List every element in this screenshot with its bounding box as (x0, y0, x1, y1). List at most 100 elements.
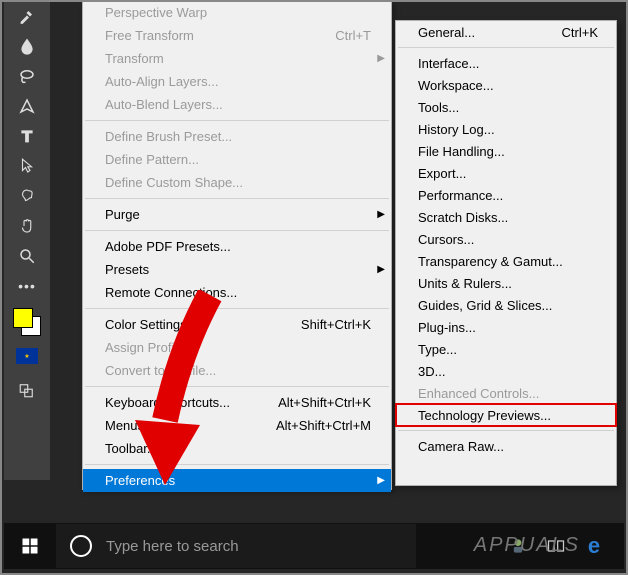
search-placeholder-text: Type here to search (106, 538, 239, 555)
task-view-icon[interactable] (546, 536, 566, 556)
menu-item-label: Scratch Disks... (418, 210, 508, 225)
menu-item[interactable]: File Handling... (396, 140, 616, 162)
menu-item-label: Perspective Warp (105, 5, 207, 20)
menu-item-label: Keyboard Shortcuts... (105, 395, 230, 410)
menu-item-label: Enhanced Controls... (418, 386, 539, 401)
menu-item-label: Remote Connections... (105, 285, 237, 300)
menu-item-label: Export... (418, 166, 466, 181)
menu-item-label: Color Settings... (105, 317, 198, 332)
menu-item[interactable]: Performance... (396, 184, 616, 206)
menu-item[interactable]: Preferences▶ (83, 469, 391, 492)
menu-item-label: Define Brush Preset... (105, 129, 232, 144)
menu-item: Assign Profile... (83, 336, 391, 359)
type-tool-icon[interactable] (15, 124, 39, 148)
menu-item-label: Convert to Profile... (105, 363, 216, 378)
menu-item[interactable]: General...Ctrl+K (396, 21, 616, 43)
menu-item-label: Menus... (105, 418, 155, 433)
menu-item: Auto-Blend Layers... (83, 93, 391, 116)
menu-item[interactable]: Purge▶ (83, 203, 391, 226)
submenu-arrow-icon: ▶ (377, 53, 385, 64)
windows-taskbar: Type here to search e (4, 523, 624, 569)
menu-item[interactable]: Cursors... (396, 228, 616, 250)
color-swatches[interactable] (13, 308, 41, 336)
foreground-color-swatch[interactable] (13, 308, 33, 328)
start-button[interactable] (4, 523, 56, 569)
menu-item-label: Performance... (418, 188, 503, 203)
menu-item[interactable]: 3D... (396, 360, 616, 382)
menu-item[interactable]: Workspace... (396, 74, 616, 96)
menu-separator (85, 308, 389, 309)
menu-item-technology-previews[interactable]: Technology Previews... (396, 404, 616, 426)
menu-item-label: History Log... (418, 122, 495, 137)
lasso-tool-icon[interactable] (15, 64, 39, 88)
menu-item-label: Technology Previews... (418, 408, 551, 423)
menu-separator (85, 464, 389, 465)
menu-item[interactable]: Type... (396, 338, 616, 360)
menu-item: Free Transform Ctrl+T (83, 24, 391, 47)
menu-item-label: 3D... (418, 364, 445, 379)
blur-tool-icon[interactable] (15, 34, 39, 58)
shape-tool-icon[interactable] (15, 184, 39, 208)
taskbar-search[interactable]: Type here to search (56, 524, 416, 568)
menu-item-shortcut: Alt+Shift+Ctrl+K (278, 395, 371, 410)
menu-item[interactable]: Camera Raw... (396, 435, 616, 457)
menu-item[interactable]: Transparency & Gamut... (396, 250, 616, 272)
path-select-tool-icon[interactable] (15, 154, 39, 178)
menu-item[interactable]: Export... (396, 162, 616, 184)
menu-item-label: Type... (418, 342, 457, 357)
flag-icon: ★ (16, 348, 38, 364)
menu-item[interactable]: Guides, Grid & Slices... (396, 294, 616, 316)
menu-item[interactable]: Interface... (396, 52, 616, 74)
menu-item-label: Guides, Grid & Slices... (418, 298, 552, 313)
menu-item[interactable]: Units & Rulers... (396, 272, 616, 294)
menu-item: Convert to Profile... (83, 359, 391, 382)
menu-item-shortcut: Alt+Shift+Ctrl+M (276, 418, 371, 433)
menu-item-label: Assign Profile... (105, 340, 195, 355)
menu-item-label: Transform (105, 51, 164, 66)
menu-item-label: Cursors... (418, 232, 474, 247)
options-icon[interactable]: ••• (15, 274, 39, 298)
submenu-arrow-icon: ▶ (377, 264, 385, 275)
hand-tool-icon[interactable] (15, 214, 39, 238)
menu-item-label: Auto-Blend Layers... (105, 97, 223, 112)
menu-item-label: Define Custom Shape... (105, 175, 243, 190)
pen-tool-icon[interactable] (15, 94, 39, 118)
menu-separator (398, 430, 614, 431)
edge-browser-icon[interactable]: e (584, 536, 604, 556)
submenu-arrow-icon: ▶ (377, 209, 385, 220)
menu-item-label: Free Transform (105, 28, 194, 43)
menu-item-label: Tools... (418, 100, 459, 115)
menu-item[interactable]: Plug-ins... (396, 316, 616, 338)
zoom-tool-icon[interactable] (15, 244, 39, 268)
menu-item[interactable]: Tools... (396, 96, 616, 118)
menu-item[interactable]: Menus... Alt+Shift+Ctrl+M (83, 414, 391, 437)
edit-menu-dropdown: Perspective Warp Free Transform Ctrl+T Tran… (82, 0, 392, 490)
menu-item-label: Plug-ins... (418, 320, 476, 335)
app-icon[interactable] (508, 536, 528, 556)
screen-mode-icon[interactable] (15, 378, 39, 402)
menu-item: Perspective Warp (83, 1, 391, 24)
menu-item-shortcut: Shift+Ctrl+K (301, 317, 371, 332)
menu-item[interactable]: Scratch Disks... (396, 206, 616, 228)
menu-separator (85, 120, 389, 121)
menu-item[interactable]: Keyboard Shortcuts... Alt+Shift+Ctrl+K (83, 391, 391, 414)
menu-item[interactable]: Toolbar... (83, 437, 391, 460)
menu-item-label: Transparency & Gamut... (418, 254, 563, 269)
eyedropper-tool-icon[interactable] (15, 4, 39, 28)
menu-item-shortcut: Ctrl+T (335, 28, 371, 43)
menu-item[interactable]: History Log... (396, 118, 616, 140)
menu-item[interactable]: Presets▶ (83, 258, 391, 281)
menu-item-label: Define Pattern... (105, 152, 199, 167)
menu-item[interactable]: Remote Connections... (83, 281, 391, 304)
cortana-icon (70, 535, 92, 557)
menu-item-label: File Handling... (418, 144, 505, 159)
submenu-arrow-icon: ▶ (377, 475, 385, 486)
menu-item-label: Adobe PDF Presets... (105, 239, 231, 254)
menu-item-label: Units & Rulers... (418, 276, 512, 291)
menu-item: Enhanced Controls... (396, 382, 616, 404)
menu-item[interactable]: Adobe PDF Presets... (83, 235, 391, 258)
menu-item: Transform ▶ (83, 47, 391, 70)
menu-item-label: General... (418, 25, 475, 40)
menu-item: Define Custom Shape... (83, 171, 391, 194)
menu-item[interactable]: Color Settings... Shift+Ctrl+K (83, 313, 391, 336)
